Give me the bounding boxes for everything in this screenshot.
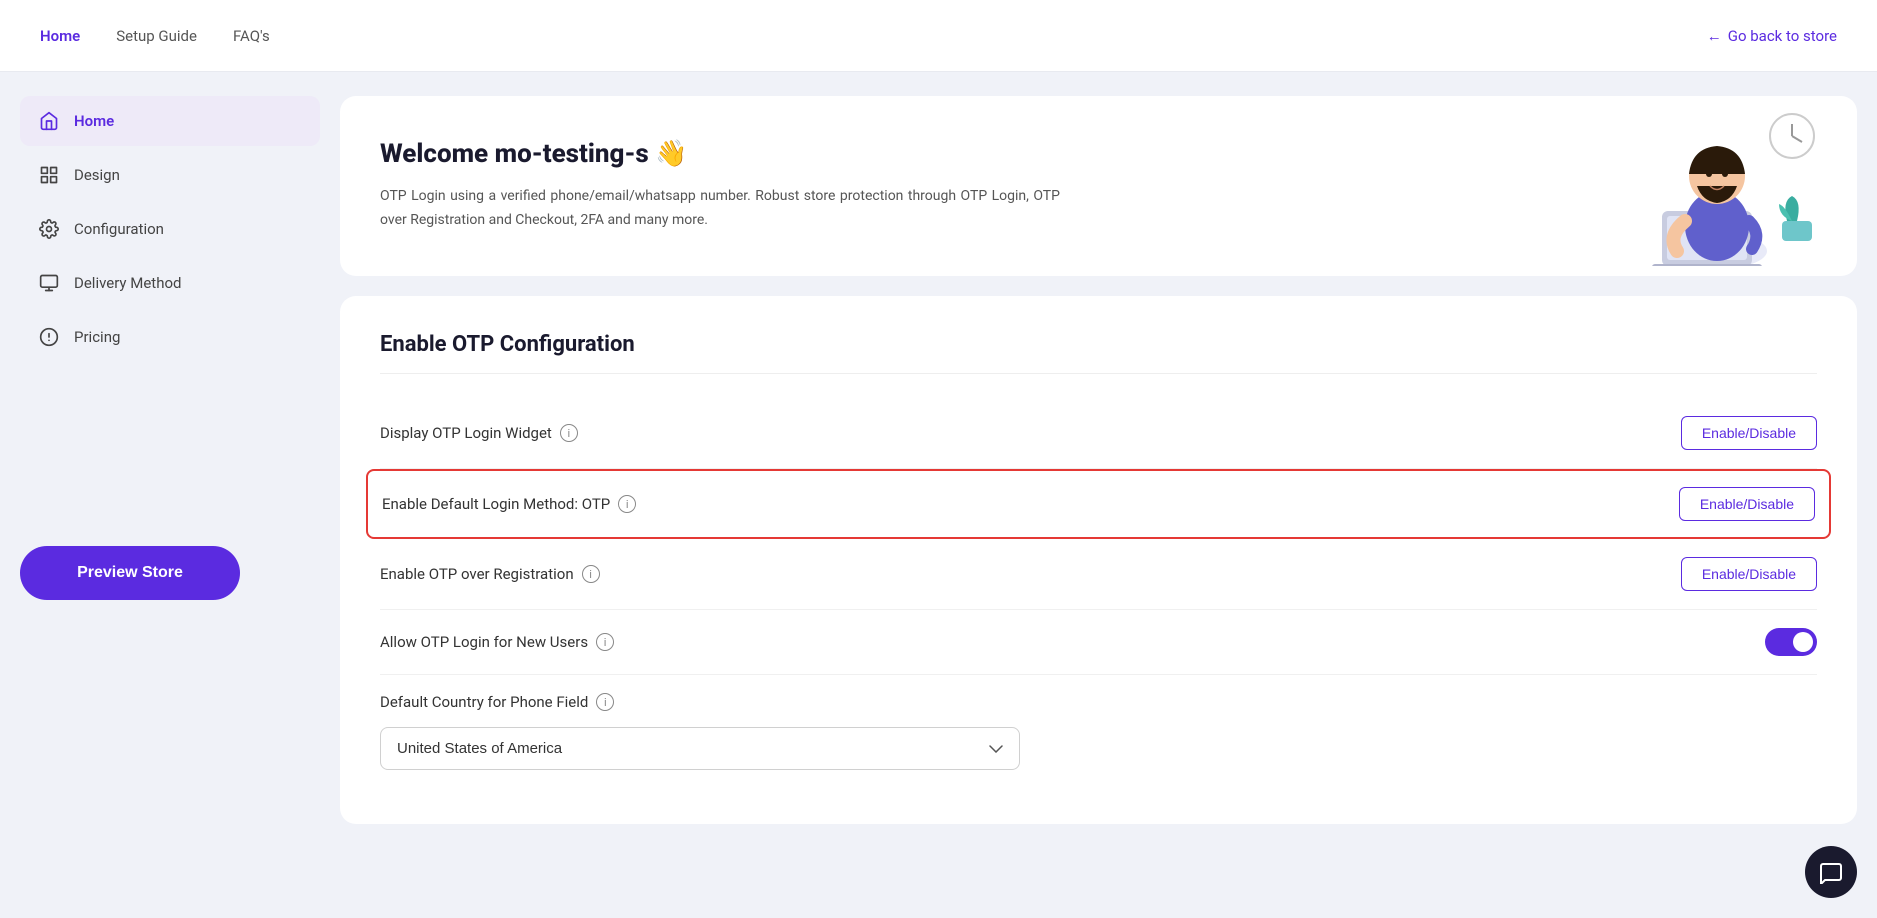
label-display-otp: Display OTP Login Widget: [380, 424, 552, 442]
sidebar-item-pricing[interactable]: Pricing: [20, 312, 320, 362]
label-default-login: Enable Default Login Method: OTP: [382, 495, 610, 513]
configuration-icon: [38, 218, 60, 240]
config-row-default-login: Enable Default Login Method: OTP i Enabl…: [366, 469, 1831, 539]
pricing-icon: [38, 326, 60, 348]
top-nav: Home Setup Guide FAQ's ← Go back to stor…: [0, 0, 1877, 72]
nav-setup-guide[interactable]: Setup Guide: [116, 27, 197, 45]
preview-store-button[interactable]: Preview Store: [20, 546, 240, 600]
country-select-wrap: United States of America United Kingdom …: [380, 727, 1817, 770]
sidebar-label-configuration: Configuration: [74, 220, 164, 238]
info-icon-display-otp[interactable]: i: [560, 424, 578, 442]
country-select[interactable]: United States of America United Kingdom …: [380, 727, 1020, 770]
config-row-otp-registration: Enable OTP over Registration i Enable/Di…: [380, 539, 1817, 610]
arrow-left-icon: ←: [1707, 27, 1722, 45]
label-wrap-default-login: Enable Default Login Method: OTP i: [382, 495, 636, 513]
sidebar-item-delivery-method[interactable]: Delivery Method: [20, 258, 320, 308]
go-back-link[interactable]: ← Go back to store: [1707, 27, 1837, 45]
delivery-icon: [38, 272, 60, 294]
go-back-label: Go back to store: [1728, 27, 1837, 45]
design-icon: [38, 164, 60, 186]
enable-disable-default-login[interactable]: Enable/Disable: [1679, 487, 1815, 521]
welcome-card: Welcome mo-testing-s 👋 OTP Login using a…: [340, 96, 1857, 276]
sidebar-item-design[interactable]: Design: [20, 150, 320, 200]
config-row-new-users: Allow OTP Login for New Users i: [380, 610, 1817, 675]
label-wrap-new-users: Allow OTP Login for New Users i: [380, 633, 614, 651]
welcome-description: OTP Login using a verified phone/email/w…: [380, 185, 1060, 233]
enable-disable-display-otp[interactable]: Enable/Disable: [1681, 416, 1817, 450]
content-area: Welcome mo-testing-s 👋 OTP Login using a…: [340, 96, 1857, 894]
chat-widget[interactable]: [1805, 846, 1857, 898]
toggle-wrap-new-users: [1765, 628, 1817, 656]
label-wrap-country: Default Country for Phone Field i: [380, 693, 614, 711]
sidebar-item-configuration[interactable]: Configuration: [20, 204, 320, 254]
sidebar-label-pricing: Pricing: [74, 328, 120, 346]
sidebar-label-design: Design: [74, 166, 120, 184]
config-row-display-otp: Display OTP Login Widget i Enable/Disabl…: [380, 398, 1817, 469]
info-icon-new-users[interactable]: i: [596, 633, 614, 651]
info-icon-country[interactable]: i: [596, 693, 614, 711]
config-row-country: Default Country for Phone Field i United…: [380, 675, 1817, 788]
sidebar-label-delivery-method: Delivery Method: [74, 274, 181, 292]
info-icon-default-login[interactable]: i: [618, 495, 636, 513]
label-new-users: Allow OTP Login for New Users: [380, 633, 588, 651]
label-country: Default Country for Phone Field: [380, 693, 588, 711]
sidebar-label-home: Home: [74, 112, 114, 130]
main-layout: Home Design Configuration: [0, 72, 1877, 918]
nav-home[interactable]: Home: [40, 27, 80, 45]
toggle-new-users[interactable]: [1765, 628, 1817, 656]
home-icon: [38, 110, 60, 132]
info-icon-otp-registration[interactable]: i: [582, 565, 600, 583]
nav-links: Home Setup Guide FAQ's: [40, 27, 270, 45]
toggle-knob: [1793, 632, 1813, 652]
label-wrap-otp-registration: Enable OTP over Registration i: [380, 565, 600, 583]
welcome-title: Welcome mo-testing-s 👋: [380, 139, 1817, 169]
nav-faqs[interactable]: FAQ's: [233, 27, 270, 45]
config-title: Enable OTP Configuration: [380, 332, 1817, 374]
config-card: Enable OTP Configuration Display OTP Log…: [340, 296, 1857, 824]
label-otp-registration: Enable OTP over Registration: [380, 565, 574, 583]
label-wrap-display-otp: Display OTP Login Widget i: [380, 424, 578, 442]
enable-disable-otp-registration[interactable]: Enable/Disable: [1681, 557, 1817, 591]
welcome-illustration: [1607, 106, 1827, 266]
sidebar: Home Design Configuration: [20, 96, 320, 894]
sidebar-item-home[interactable]: Home: [20, 96, 320, 146]
